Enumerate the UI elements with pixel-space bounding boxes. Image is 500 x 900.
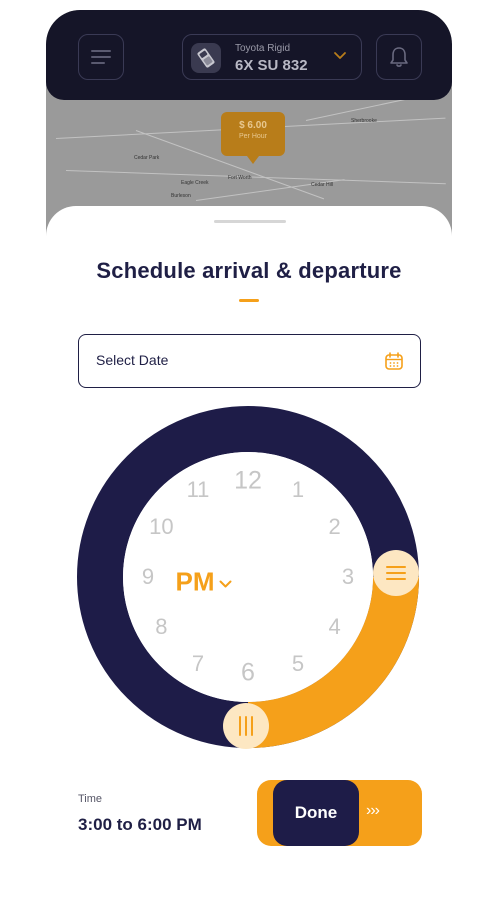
start-time-handle[interactable] (223, 703, 269, 749)
map-place-label: Cedar Park (134, 155, 160, 161)
clock-number: 3 (341, 564, 355, 589)
map-place-label: Cedar Hill (311, 182, 333, 188)
vehicle-model: Toyota Rigid (235, 43, 291, 54)
price-marker[interactable]: $ 6.00 Per Hour (221, 112, 285, 164)
map-place-label: Fort Worth (228, 175, 252, 181)
chevron-down-icon (219, 580, 232, 587)
clock-number: 6 (241, 658, 255, 687)
clock-number: 10 (149, 514, 174, 539)
map-place-label: Eagle Creek (181, 180, 209, 186)
clock-number: 9 (141, 564, 155, 589)
drag-lines-icon (386, 566, 406, 580)
time-value: 3:00 to 6:00 PM (78, 815, 202, 834)
period-label: PM (175, 566, 215, 597)
chevron-down-icon (334, 52, 346, 59)
clock-number: 11 (186, 477, 210, 503)
drag-lines-icon (239, 716, 253, 736)
end-time-handle[interactable] (373, 550, 419, 596)
bell-icon (390, 47, 408, 67)
period-dropdown[interactable]: PM (176, 567, 233, 598)
notifications-button[interactable] (376, 34, 422, 80)
price-value: $ 6.00 (239, 120, 267, 131)
done-button[interactable]: Done (273, 780, 359, 846)
truck-icon (191, 43, 221, 73)
clock-number: 7 (191, 650, 205, 676)
clock-number: 8 (155, 614, 168, 639)
time-label: Time (78, 793, 103, 805)
hamburger-icon (91, 50, 111, 64)
clock-number: 12 (234, 466, 262, 495)
clock-number: 4 (328, 614, 341, 639)
clock-number: 1 (291, 477, 305, 503)
clock-number: 2 (328, 514, 341, 539)
menu-button[interactable] (78, 34, 124, 80)
arrows-icon: ››› (366, 802, 380, 819)
vehicle-plate: 6X SU 832 (235, 57, 308, 74)
price-unit: Per Hour (238, 133, 267, 140)
top-bar: Toyota Rigid 6X SU 832 (46, 10, 452, 100)
map-place-label: Sherbrooke (351, 118, 377, 124)
clock-number: 5 (291, 650, 305, 676)
vehicle-selector[interactable]: Toyota Rigid 6X SU 832 (182, 34, 362, 80)
